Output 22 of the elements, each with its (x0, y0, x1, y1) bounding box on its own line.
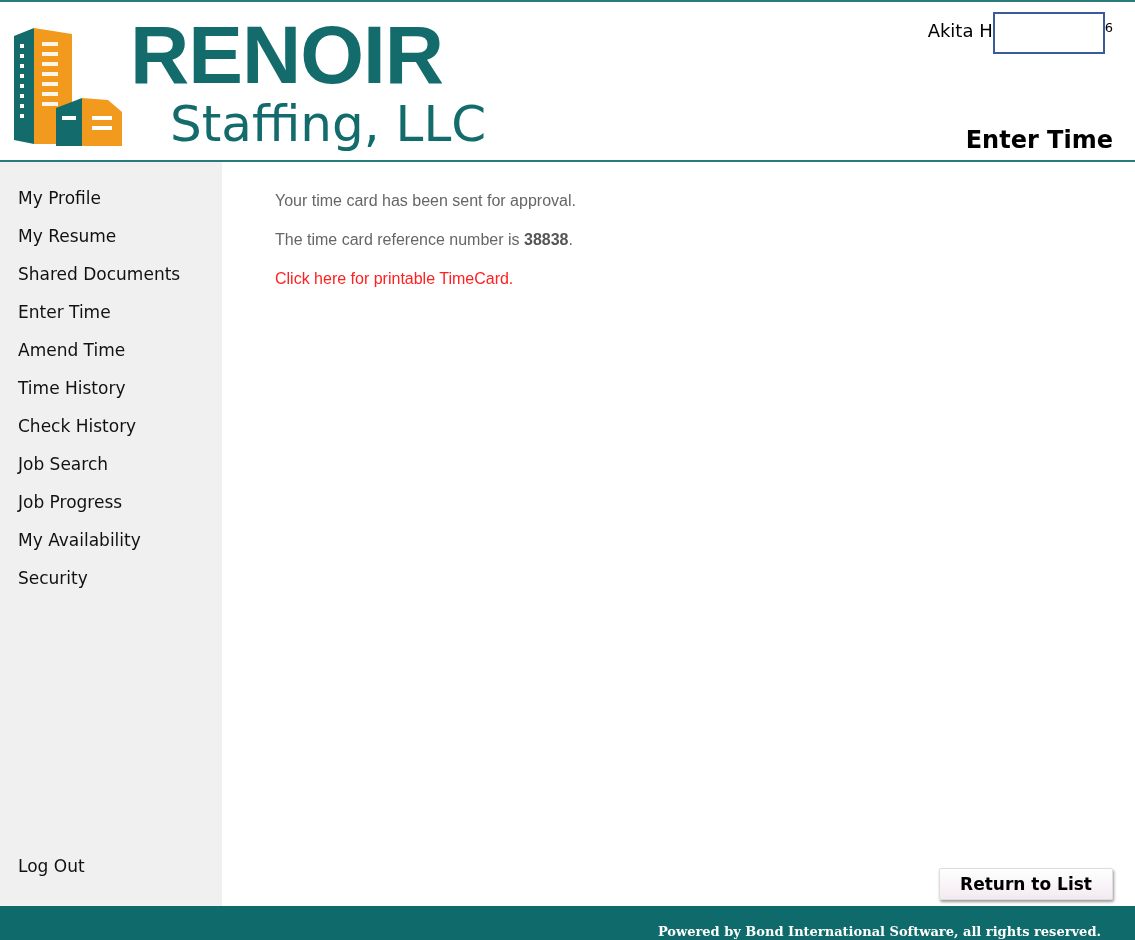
logo-name: RENOIR (130, 15, 444, 95)
sidebar-link[interactable]: Shared Documents (18, 262, 181, 286)
page-title: Enter Time (965, 126, 1113, 154)
sidebar-link[interactable]: Job Progress (18, 490, 123, 514)
footer-text: Powered by Bond International Software, all rights reserved. (657, 924, 1101, 939)
message-text: Your time card has been sent for approval. (275, 192, 577, 210)
return-to-list-button[interactable]: Return to List (939, 868, 1113, 900)
sidebar-link[interactable]: Enter Time (18, 300, 111, 324)
sidebar-link[interactable]: My Resume (18, 224, 117, 248)
sidebar-link[interactable]: Job Search (18, 452, 108, 476)
user-name-end: 6 (1104, 20, 1113, 35)
message-text: The time card reference number is 38838. (275, 231, 574, 249)
sidebar-link[interactable]: Time History (18, 376, 126, 400)
sidebar-link[interactable]: Amend Time (18, 338, 126, 362)
user-name: Akita H (927, 20, 993, 41)
sidebar-link[interactable]: My Profile (18, 186, 101, 210)
printable-timecard-link[interactable]: Click here for printable TimeCard. (275, 270, 514, 288)
logout-link[interactable]: Log Out (18, 854, 85, 878)
sidebar-link[interactable]: Security (18, 566, 88, 590)
sidebar-link[interactable]: My Availability (18, 528, 141, 552)
logo-tagline: Staffing, LLC (170, 95, 487, 153)
sidebar-link[interactable]: Check History (18, 414, 137, 438)
